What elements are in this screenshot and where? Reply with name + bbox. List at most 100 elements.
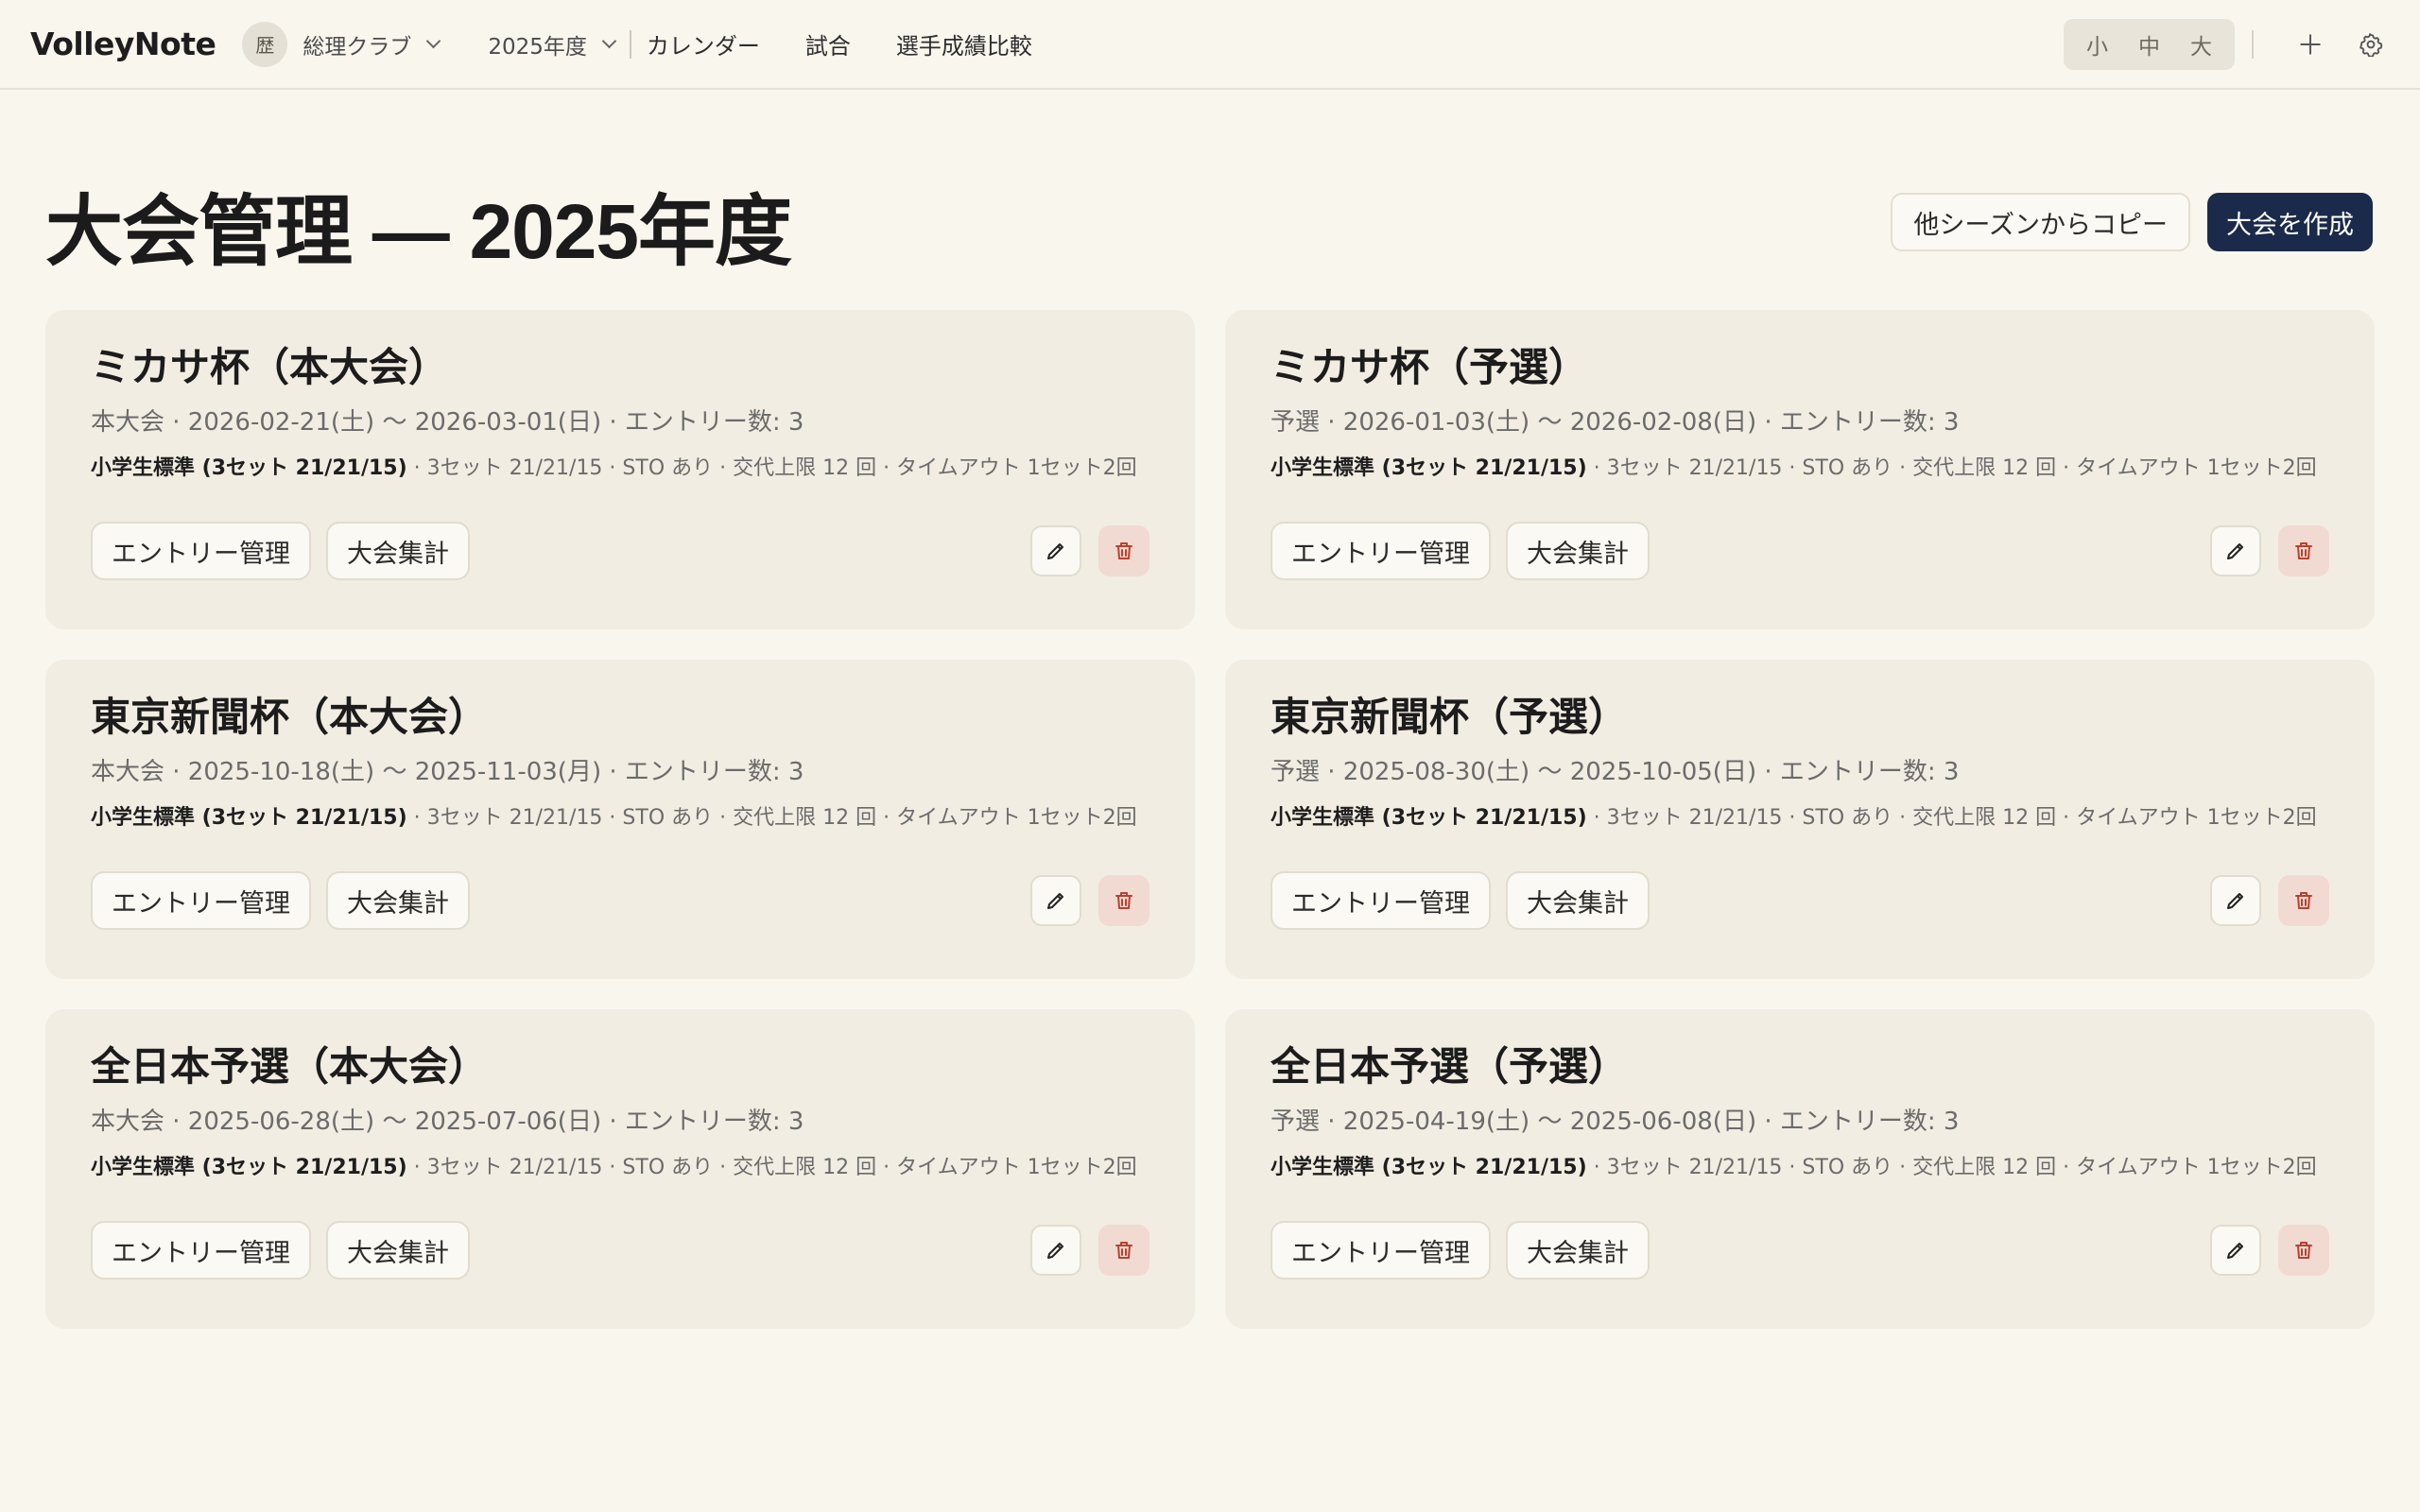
- tournament-grid: ミカサ杯（本大会） 本大会 · 2026-02-21(土) 〜 2026-03-…: [45, 310, 2375, 1329]
- tournament-title: 東京新聞杯（予選）: [1270, 694, 1629, 740]
- trash-icon: [2295, 1242, 2312, 1259]
- font-size-large-button[interactable]: 大: [2175, 28, 2227, 60]
- club-selector-label: 総理クラブ: [302, 34, 412, 60]
- edit-button[interactable]: [1030, 875, 1081, 926]
- delete-button[interactable]: [1098, 875, 1150, 926]
- tournament-rules: 小学生標準 (3セット 21/21/15) · 3セット 21/21/15 · …: [1270, 451, 2329, 481]
- pencil-icon: [1047, 1243, 1063, 1259]
- card-icon-buttons: [1030, 1225, 1150, 1276]
- tournament-card: 東京新聞杯（予選） 予選 · 2025-08-30(土) 〜 2025-10-0…: [1225, 660, 2375, 979]
- tournament-meta: 本大会 · 2025-10-18(土) 〜 2025-11-03(月) · エン…: [91, 758, 804, 787]
- tournament-rules: 小学生標準 (3セット 21/21/15) · 3セット 21/21/15 · …: [1270, 1150, 2329, 1180]
- rule-name: 小学生標準 (3セット 21/21/15): [91, 806, 407, 831]
- card-icon-buttons: [2210, 1225, 2329, 1276]
- trash-icon: [2295, 542, 2312, 559]
- club-avatar[interactable]: 歴: [242, 21, 288, 67]
- rule-name: 小学生標準 (3セット 21/21/15): [91, 1156, 407, 1180]
- entry-management-button[interactable]: エントリー管理: [1270, 522, 1491, 580]
- entry-management-button[interactable]: エントリー管理: [1270, 1221, 1491, 1280]
- entry-management-button[interactable]: エントリー管理: [91, 522, 311, 580]
- delete-button[interactable]: [1098, 525, 1150, 576]
- create-tournament-button[interactable]: 大会を作成: [2207, 193, 2373, 251]
- rule-name: 小学生標準 (3セット 21/21/15): [91, 456, 407, 481]
- rule-detail: · 3セット 21/21/15 · STO あり · 交代上限 12 回 · タ…: [1586, 456, 2317, 481]
- gear-icon: [2360, 32, 2383, 57]
- delete-button[interactable]: [2278, 875, 2329, 926]
- tournament-rules: 小学生標準 (3セット 21/21/15) · 3セット 21/21/15 · …: [91, 451, 1150, 481]
- font-size-toggle: 小 中 大: [2064, 18, 2235, 70]
- rule-detail: · 3セット 21/21/15 · STO あり · 交代上限 12 回 · タ…: [406, 806, 1137, 831]
- edit-button[interactable]: [2210, 1225, 2261, 1276]
- card-actions: エントリー管理 大会集計: [91, 1221, 1150, 1280]
- card-icon-buttons: [2210, 525, 2329, 576]
- tournament-rules: 小学生標準 (3セット 21/21/15) · 3セット 21/21/15 · …: [91, 1150, 1150, 1180]
- edit-button[interactable]: [2210, 525, 2261, 576]
- season-selector-label: 2025年度: [488, 34, 587, 60]
- tournament-summary-button[interactable]: 大会集計: [1506, 1221, 1650, 1280]
- entry-management-button[interactable]: エントリー管理: [91, 871, 311, 930]
- trash-icon: [1115, 542, 1132, 559]
- tournament-summary-button[interactable]: 大会集計: [1506, 522, 1650, 580]
- pencil-icon: [2227, 893, 2243, 909]
- nav-link-matches[interactable]: 試合: [805, 27, 851, 60]
- card-actions: エントリー管理 大会集計: [1270, 1221, 2329, 1280]
- card-actions: エントリー管理 大会集計: [91, 522, 1150, 580]
- delete-button[interactable]: [2278, 525, 2329, 576]
- trash-icon: [1115, 1242, 1132, 1259]
- delete-button[interactable]: [1098, 1225, 1150, 1276]
- entry-management-button[interactable]: エントリー管理: [91, 1221, 311, 1280]
- tournament-meta: 予選 · 2026-01-03(土) 〜 2026-02-08(日) · エント…: [1270, 408, 1960, 438]
- tournament-summary-button[interactable]: 大会集計: [1506, 871, 1650, 930]
- copy-from-season-button[interactable]: 他シーズンからコピー: [1891, 193, 2190, 251]
- pencil-icon: [1047, 893, 1063, 909]
- rule-name: 小学生標準 (3セット 21/21/15): [1270, 1156, 1587, 1180]
- plus-icon: [2300, 33, 2321, 55]
- nav-link-player-compare[interactable]: 選手成績比較: [896, 27, 1032, 60]
- tournament-card: ミカサ杯（本大会） 本大会 · 2026-02-21(土) 〜 2026-03-…: [45, 310, 1195, 629]
- rule-detail: · 3セット 21/21/15 · STO あり · 交代上限 12 回 · タ…: [1586, 1156, 2317, 1180]
- pencil-icon: [1047, 543, 1063, 559]
- font-size-small-button[interactable]: 小: [2071, 28, 2123, 60]
- card-icon-buttons: [1030, 875, 1150, 926]
- pencil-icon: [2227, 543, 2243, 559]
- club-selector[interactable]: 総理クラブ: [302, 28, 441, 60]
- delete-button[interactable]: [2278, 1225, 2329, 1276]
- season-selector[interactable]: 2025年度: [488, 28, 617, 60]
- settings-button[interactable]: [2352, 26, 2390, 63]
- tournament-title: ミカサ杯（予選）: [1270, 344, 1589, 390]
- edit-button[interactable]: [1030, 525, 1081, 576]
- add-button[interactable]: [2291, 26, 2329, 63]
- chevron-down-icon: [426, 33, 441, 49]
- top-nav-bar: VolleyNote 歴 総理クラブ 2025年度 カレンダー 試合 選手成績比…: [0, 0, 2420, 90]
- tournament-summary-button[interactable]: 大会集計: [326, 522, 470, 580]
- tournament-title: ミカサ杯（本大会）: [91, 344, 449, 390]
- app-logo[interactable]: VolleyNote: [30, 26, 216, 62]
- tournament-card: 全日本予選（本大会） 本大会 · 2025-06-28(土) 〜 2025-07…: [45, 1009, 1195, 1329]
- tournament-summary-button[interactable]: 大会集計: [326, 1221, 470, 1280]
- rule-detail: · 3セット 21/21/15 · STO あり · 交代上限 12 回 · タ…: [406, 456, 1137, 481]
- card-icon-buttons: [2210, 875, 2329, 926]
- edit-button[interactable]: [2210, 875, 2261, 926]
- tournament-meta: 本大会 · 2026-02-21(土) 〜 2026-03-01(日) · エン…: [91, 408, 804, 438]
- page-title: 大会管理 — 2025年度: [45, 189, 792, 275]
- tournament-meta: 予選 · 2025-04-19(土) 〜 2025-06-08(日) · エント…: [1270, 1108, 1960, 1137]
- card-icon-buttons: [1030, 525, 1150, 576]
- font-size-medium-button[interactable]: 中: [2123, 28, 2175, 60]
- card-actions: エントリー管理 大会集計: [1270, 871, 2329, 930]
- rule-name: 小学生標準 (3セット 21/21/15): [1270, 806, 1587, 831]
- chevron-down-icon: [601, 33, 617, 49]
- tournament-card: 東京新聞杯（本大会） 本大会 · 2025-10-18(土) 〜 2025-11…: [45, 660, 1195, 979]
- tournament-meta: 予選 · 2025-08-30(土) 〜 2025-10-05(日) · エント…: [1270, 758, 1960, 787]
- card-actions: エントリー管理 大会集計: [91, 871, 1150, 930]
- nav-divider: [629, 29, 631, 59]
- edit-button[interactable]: [1030, 1225, 1081, 1276]
- entry-management-button[interactable]: エントリー管理: [1270, 871, 1491, 930]
- tournament-title: 東京新聞杯（本大会）: [91, 694, 489, 740]
- tournament-meta: 本大会 · 2025-06-28(土) 〜 2025-07-06(日) · エン…: [91, 1108, 804, 1137]
- trash-icon: [2295, 892, 2312, 909]
- nav-link-calendar[interactable]: カレンダー: [647, 27, 760, 60]
- topbar-divider: [2252, 29, 2254, 59]
- tournament-summary-button[interactable]: 大会集計: [326, 871, 470, 930]
- tournament-title: 全日本予選（本大会）: [91, 1043, 489, 1090]
- rule-detail: · 3セット 21/21/15 · STO あり · 交代上限 12 回 · タ…: [406, 1156, 1137, 1180]
